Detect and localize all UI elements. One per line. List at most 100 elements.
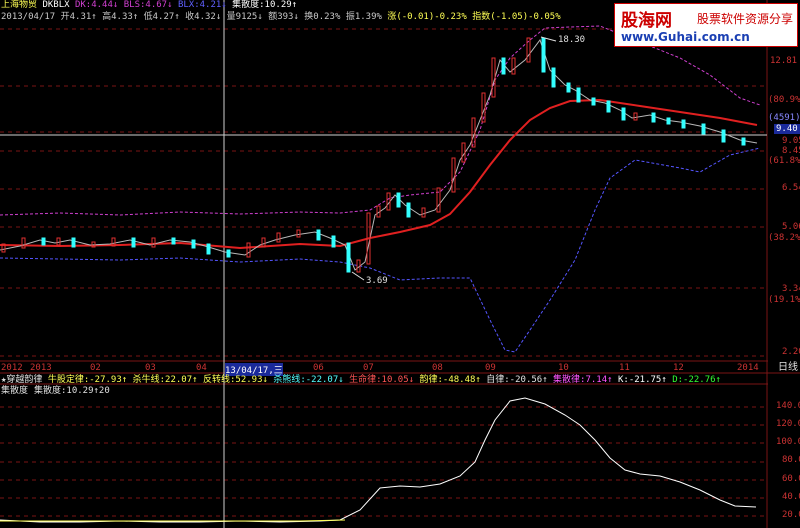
info-high: 高4.33↑ (102, 12, 139, 22)
candle (191, 239, 196, 249)
candle (606, 100, 611, 113)
candle (721, 129, 726, 143)
info-amount: 额393↓ (268, 12, 299, 22)
candle (551, 67, 556, 88)
indicator-value: 自律:-20.56↑ (486, 375, 548, 385)
low-leader (351, 271, 365, 281)
stock-chart-window: 上海物贸 DKBLX DK:4.44↓ BLS:4.67↓ BLX:4.21↓ … (0, 0, 800, 528)
oscillator-baseline (0, 519, 346, 522)
sub-tick: 60.00 (782, 474, 800, 484)
indicator-value: 韵律:-48.48↑ (419, 375, 481, 385)
pct-label: (38.2%) (768, 233, 800, 243)
indicator-value: 生命律:10.05↓ (349, 375, 415, 385)
candle (461, 142, 466, 163)
candle (621, 107, 626, 121)
indicator-name[interactable]: ★穿越韵律 (1, 375, 42, 385)
low-annotation: 3.69 (366, 276, 388, 286)
price-tick: 2.20 (782, 347, 800, 357)
pct-label: (19.1%) (768, 295, 800, 305)
jsd-value: 集散度:10.29↑ (232, 0, 298, 10)
time-label: 06 (313, 363, 324, 373)
time-label: 2013 (30, 363, 52, 373)
price-tick: 8.45 (782, 146, 800, 156)
info-volume: 量9125↓ (226, 12, 263, 22)
dk-value: DK:4.44↓ (74, 0, 119, 10)
candle (511, 57, 516, 75)
candle (316, 229, 321, 241)
bls-value: BLS:4.67↓ (123, 0, 173, 10)
candle (591, 97, 596, 106)
candle (681, 119, 686, 129)
indicator-value: D:-22.76↑ (672, 375, 721, 385)
info-change: 涨(-0.01)-0.23% (387, 12, 467, 22)
price-tick: 5.06 (782, 222, 800, 232)
watermark-title: 股海网 (621, 11, 672, 31)
candle (226, 249, 231, 258)
blx-value: BLX:4.21↓ (177, 0, 227, 10)
oscillator-line (0, 397, 757, 523)
candle (356, 259, 361, 273)
candle (206, 243, 211, 255)
sub-tick: 100.00 (776, 437, 800, 447)
info-amplitude: 振1.39% (345, 12, 382, 22)
candle (171, 237, 176, 245)
indicator-value: 杀牛线:22.07↑ (132, 375, 198, 385)
price-tick: 12.81 (770, 56, 798, 66)
price-tick: 6.54 (782, 183, 800, 193)
candle (56, 237, 61, 246)
stock-name[interactable]: 上海物贸 (1, 0, 37, 10)
chart-canvas[interactable] (0, 0, 800, 528)
candle (666, 117, 671, 125)
info-close: 收4.32↓ (185, 12, 222, 22)
candle (41, 237, 46, 246)
indicator-value: 反转线:52.93↓ (202, 375, 268, 385)
time-label: 2014 (737, 363, 759, 373)
header-line: 上海物贸 DKBLX DK:4.44↓ BLS:4.67↓ BLX:4.21↓ … (1, 0, 297, 11)
band-lower (0, 147, 761, 353)
candle (331, 235, 336, 248)
sub-panel-title: 集散度 (1, 386, 29, 396)
indicator-bar: ★穿越韵律 牛股定律:-27.93↑ 杀牛线:22.07↑ 反转线:52.93↓… (1, 375, 721, 386)
candle (651, 112, 656, 123)
candle (376, 205, 381, 218)
candle (436, 187, 441, 213)
candle (276, 232, 281, 243)
candle (406, 202, 411, 218)
time-label: 12 (673, 363, 684, 373)
info-bar: 2013/04/17 开4.31↑ 高4.33↑ 低4.27↑ 收4.32↓ 量… (1, 12, 561, 23)
candle (296, 229, 301, 238)
sub-tick: 120.00 (776, 419, 800, 429)
candle (131, 237, 136, 248)
mid-line (0, 98, 758, 250)
time-label: 2012 (1, 363, 23, 373)
time-label: 04 (196, 363, 207, 373)
time-label: 10 (558, 363, 569, 373)
candle (491, 57, 496, 98)
indicator-name: DKBLX (42, 0, 70, 10)
candle (451, 157, 456, 193)
pct-label: (80.9%) (768, 95, 800, 105)
indicator-value: 杀熊线:-22.07↓ (273, 375, 344, 385)
candle (566, 82, 571, 93)
info-index: 指数(-1.05)-0.05% (472, 12, 561, 22)
sub-tick: 20.00 (782, 510, 800, 520)
pct-label: (4591) (768, 113, 800, 123)
candle (246, 242, 251, 258)
period-label[interactable]: 日线 (778, 362, 798, 373)
indicator-value: K:-21.75↑ (617, 375, 667, 385)
candle (541, 37, 546, 73)
price-tick: 9.05 (782, 136, 800, 146)
candle (151, 237, 156, 248)
time-label: 03 (145, 363, 156, 373)
time-label: 11 (619, 363, 630, 373)
watermark-url: www.Guhai.com.cn (621, 30, 750, 44)
high-annotation: 18.30 (558, 35, 586, 45)
candle (741, 137, 746, 146)
pct-label: (61.8%) (768, 156, 800, 166)
time-label: 02 (90, 363, 101, 373)
indicator-value: 集散律:7.14↑ (553, 375, 613, 385)
watermark-subtitle: 股票软件资源分享 (697, 12, 794, 26)
watermark-logo: 股海网 股票软件资源分享 www.Guhai.com.cn (614, 3, 798, 47)
candle (346, 242, 351, 273)
indicator-value: 牛股定律:-27.93↑ (47, 375, 128, 385)
